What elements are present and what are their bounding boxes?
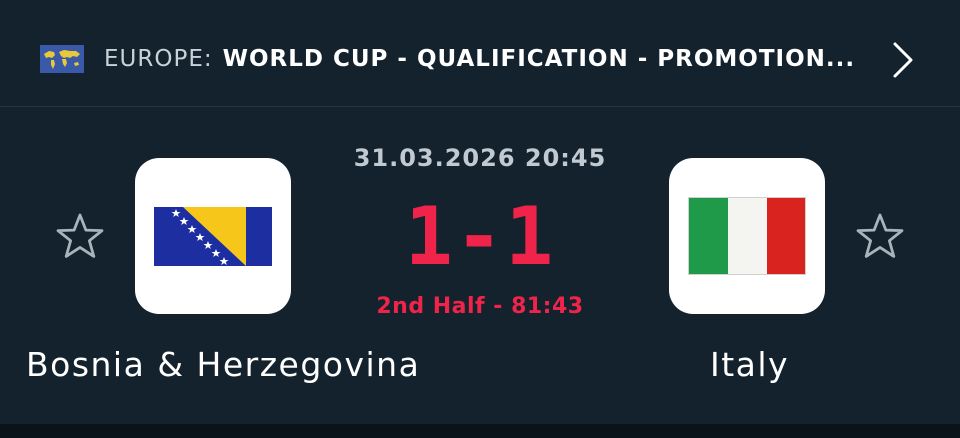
world-map-flag-icon: [40, 45, 84, 73]
away-team-logo[interactable]: [669, 158, 825, 314]
region-label: EUROPE:: [104, 46, 213, 72]
italy-flag-icon: [688, 197, 806, 275]
match-status: 2nd Half - 81:43: [376, 294, 584, 319]
league-label: WORLD CUP - QUALIFICATION - PROMOTION...: [222, 46, 856, 72]
favorite-home-star-icon[interactable]: [54, 211, 106, 263]
home-team-name[interactable]: Bosnia & Herzegovina: [26, 340, 420, 390]
competition-title: EUROPE: WORLD CUP - QUALIFICATION - PROMO…: [104, 42, 855, 76]
bottom-divider: [0, 424, 960, 438]
away-team-name[interactable]: Italy: [710, 340, 789, 390]
match-score: 1-1: [404, 190, 556, 283]
match-datetime: 31.03.2026 20:45: [353, 144, 607, 172]
match-card: EUROPE: WORLD CUP - QUALIFICATION - PROMO…: [0, 0, 960, 424]
competition-header[interactable]: EUROPE: WORLD CUP - QUALIFICATION - PROMO…: [0, 0, 960, 107]
chevron-right-icon[interactable]: [888, 40, 918, 80]
bosnia-herzegovina-flag-icon: [154, 207, 272, 266]
home-team-logo[interactable]: [135, 158, 291, 314]
favorite-away-star-icon[interactable]: [854, 211, 906, 263]
